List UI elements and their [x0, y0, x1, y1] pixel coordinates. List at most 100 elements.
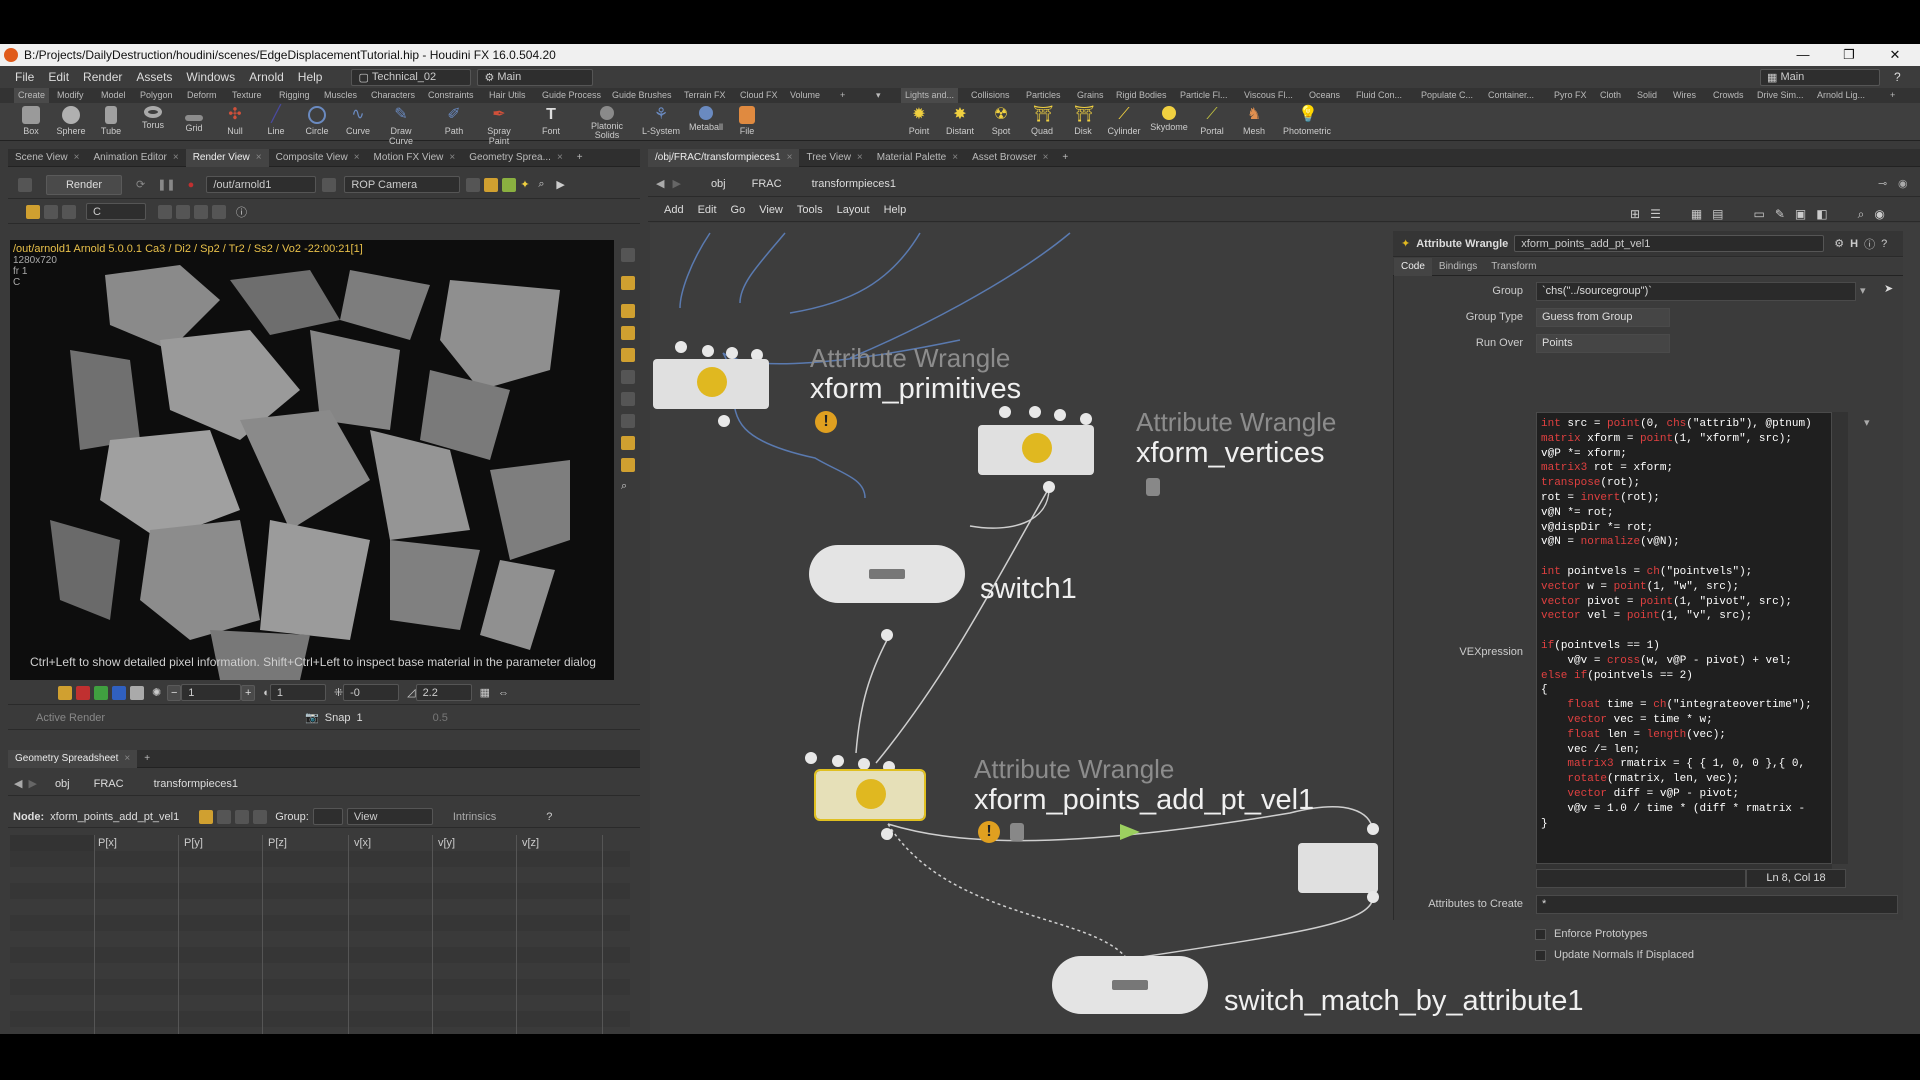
col-px[interactable]: P[x]: [98, 835, 117, 851]
network-menu-layout[interactable]: Layout: [837, 204, 870, 216]
node2-input-port-4[interactable]: [1080, 413, 1092, 425]
view-selector[interactable]: View: [346, 808, 433, 825]
node4-name[interactable]: xform_points_add_pt_vel1: [974, 784, 1314, 817]
network-path-obj[interactable]: obj: [711, 178, 726, 190]
add-sheet-tab-icon[interactable]: +: [137, 750, 157, 768]
menu-arnold[interactable]: Arnold: [242, 70, 291, 84]
shelf-tab-crowds[interactable]: Crowds: [1709, 88, 1748, 103]
shelf-tab-grains[interactable]: Grains: [1073, 88, 1108, 103]
tab-asset-browser[interactable]: Asset Browser ×: [965, 149, 1055, 167]
gear-icon[interactable]: ⚙: [1834, 237, 1844, 250]
tab-motion-fx-view[interactable]: Motion FX View ×: [367, 149, 463, 167]
active-render-label[interactable]: Active Render: [36, 712, 105, 724]
shelf-menu-icon[interactable]: ▾: [872, 88, 885, 103]
menu-help[interactable]: Help: [291, 70, 330, 84]
lock-render-icon[interactable]: [484, 177, 499, 192]
tool-draw-curve[interactable]: ✎ Draw Curve: [382, 105, 420, 146]
switch1-output-port[interactable]: [881, 629, 893, 641]
exposure-field[interactable]: 1: [269, 684, 326, 701]
network-path-frac[interactable]: FRAC: [752, 178, 782, 190]
move-side-icon[interactable]: [621, 326, 635, 340]
network-menu-tools[interactable]: Tools: [797, 204, 823, 216]
update-normals-checkbox[interactable]: [1535, 949, 1546, 961]
tool-quad-light[interactable]: ⛩ Quad: [1023, 105, 1061, 136]
network-menu-go[interactable]: Go: [731, 204, 746, 216]
image-icon[interactable]: ▣: [1795, 207, 1806, 227]
run-over-select[interactable]: Points: [1536, 334, 1670, 353]
grid-view-icon[interactable]: ▦: [1691, 207, 1702, 227]
enforce-prototypes-row[interactable]: Enforce Prototypes: [1535, 928, 1648, 940]
crop-side-icon[interactable]: [621, 370, 635, 384]
tab-composite-view[interactable]: Composite View ×: [269, 149, 367, 167]
node1-input-port-1[interactable]: [675, 341, 687, 353]
tab-geometry-spreadsheet-bottom[interactable]: Geometry Spreadsheet ×: [8, 749, 138, 768]
color-swatch-icon-4[interactable]: [112, 685, 126, 700]
pan-side-icon[interactable]: [621, 304, 635, 318]
network-forward-icon[interactable]: ▶: [672, 177, 680, 190]
param-tab-bindings[interactable]: Bindings: [1432, 258, 1484, 276]
region-options-icon[interactable]: [62, 204, 76, 219]
output-jump-icon[interactable]: [322, 177, 337, 192]
menu-edit[interactable]: Edit: [41, 70, 76, 84]
partial-node[interactable]: [1298, 843, 1378, 893]
preview-side-icon[interactable]: [621, 436, 635, 450]
vertices-mode-icon[interactable]: [235, 809, 250, 824]
tool-font[interactable]: T Font: [532, 105, 570, 136]
tool-torus[interactable]: Torus: [134, 105, 172, 130]
network-menu-add[interactable]: Add: [664, 204, 684, 216]
right-context-selector[interactable]: ▦ Main: [1760, 68, 1880, 86]
help-sheet-icon[interactable]: ?: [546, 811, 552, 823]
col-vz[interactable]: v[z]: [522, 835, 539, 851]
tool-tube[interactable]: Tube: [92, 105, 130, 136]
menu-render[interactable]: Render: [76, 70, 129, 84]
tool-disk-light[interactable]: ⛩ Disk: [1064, 105, 1102, 136]
aov-icon-4[interactable]: [212, 204, 226, 219]
shelf-tab-particle-fluids[interactable]: Particle Fl...: [1176, 88, 1232, 103]
node4-input-port-2[interactable]: [832, 755, 844, 767]
aov-icon-2[interactable]: [176, 204, 190, 219]
path-transformpieces[interactable]: transformpieces1: [154, 778, 238, 790]
enforce-prototypes-checkbox[interactable]: [1535, 928, 1546, 940]
camera-selector[interactable]: ROP Camera: [344, 176, 461, 193]
node1-input-port-3[interactable]: [726, 347, 738, 359]
tool-null[interactable]: ✣ Null: [216, 105, 254, 136]
shelf-tab-rigging[interactable]: Rigging: [275, 88, 314, 103]
node-xform-points-add-pt-vel1[interactable]: [814, 769, 926, 821]
aov-icon-1[interactable]: [158, 204, 172, 219]
node1-warning-icon[interactable]: !: [815, 411, 837, 433]
shelf-tab-guide-process[interactable]: Guide Process: [538, 88, 605, 103]
node-xform-vertices[interactable]: [978, 425, 1094, 475]
shelf-tab-cloth[interactable]: Cloth: [1596, 88, 1625, 103]
help-icon[interactable]: ?: [1894, 70, 1901, 84]
hda-icon[interactable]: H: [1850, 238, 1858, 250]
frame-side-icon[interactable]: [621, 458, 635, 472]
target-side-icon[interactable]: [621, 348, 635, 362]
node1-input-port-2[interactable]: [702, 345, 714, 357]
gamma-field[interactable]: 2.2: [415, 684, 472, 701]
exposure-icon[interactable]: ✺: [152, 686, 161, 699]
shelf-tab-characters[interactable]: Characters: [367, 88, 419, 103]
tool-path[interactable]: ✐ Path: [435, 105, 473, 136]
render-button[interactable]: Render: [46, 174, 122, 195]
shelf-tab-volume[interactable]: Volume: [786, 88, 824, 103]
menu-windows[interactable]: Windows: [179, 70, 242, 84]
node4-input-port-3[interactable]: [858, 758, 870, 770]
tool-cylinder-light[interactable]: ⟋ Cylinder: [1105, 105, 1143, 136]
param-tab-transform[interactable]: Transform: [1484, 258, 1543, 276]
camera-view-icon[interactable]: ◉: [1874, 207, 1884, 227]
tab-scene-view[interactable]: Scene View ×: [8, 149, 86, 167]
node4-warning-icon[interactable]: !: [978, 821, 1000, 843]
shelf-tab-drive-sim[interactable]: Drive Sim...: [1753, 88, 1808, 103]
shelf-tab-create[interactable]: Create: [14, 88, 50, 103]
param-tab-code[interactable]: Code: [1394, 257, 1432, 276]
tab-animation-editor[interactable]: Animation Editor ×: [86, 149, 185, 167]
lut-icon[interactable]: ▦: [480, 686, 490, 699]
minimize-button[interactable]: —: [1780, 44, 1826, 66]
color-correct-icon[interactable]: [26, 204, 40, 219]
path-obj[interactable]: obj: [55, 778, 70, 790]
partial-node-output-port[interactable]: [1367, 891, 1379, 903]
tool-spray-paint[interactable]: ✒ Spray Paint: [480, 105, 518, 146]
network-pin-icon[interactable]: ⊸: [1878, 177, 1887, 190]
offset-icon[interactable]: ⁜: [334, 686, 343, 699]
tool-metaball[interactable]: Metaball: [687, 105, 725, 132]
